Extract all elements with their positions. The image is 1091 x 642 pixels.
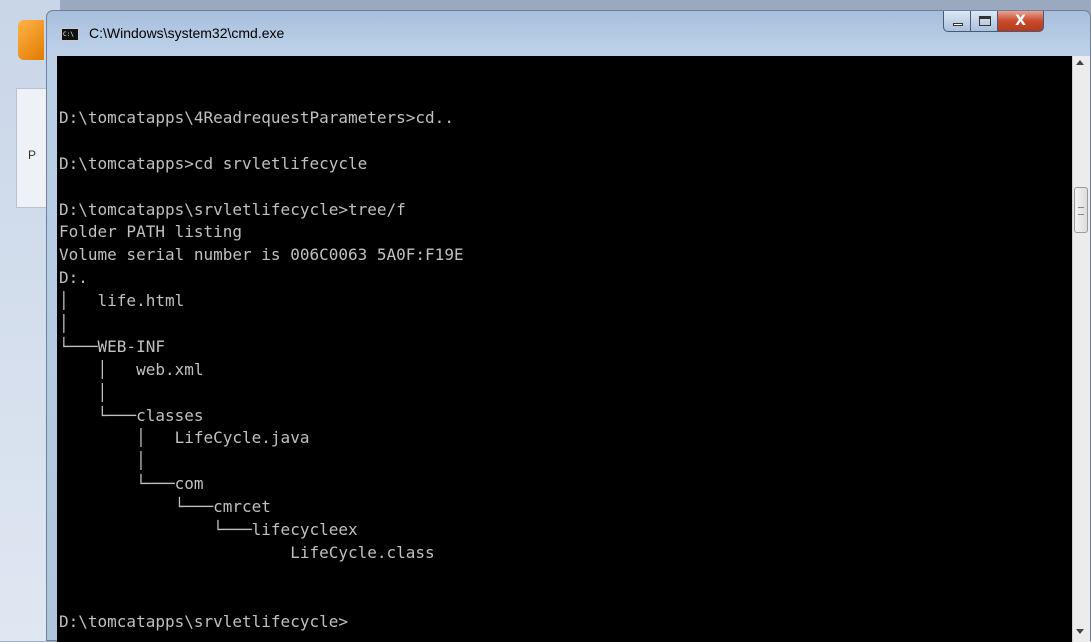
console-line: LifeCycle.class — [59, 542, 435, 562]
console-line: D:\tomcatapps\srvletlifecycle>tree/f — [59, 199, 406, 219]
console-line: └───WEB-INF — [59, 336, 165, 356]
scroll-up-icon[interactable] — [1076, 60, 1084, 65]
console-line: └───classes — [59, 405, 204, 425]
console-line: │ — [59, 382, 108, 402]
scroll-thumb[interactable] — [1074, 187, 1088, 233]
maximize-button[interactable] — [970, 11, 998, 32]
console-line: │ — [59, 314, 69, 334]
vertical-scrollbar[interactable] — [1072, 56, 1090, 642]
cmd-icon[interactable]: C:\ — [61, 28, 79, 41]
console-line: │ web.xml — [59, 359, 204, 379]
console-line: Volume serial number is 006C0063 5A0F:F1… — [59, 245, 464, 265]
close-icon: X — [1015, 13, 1026, 29]
grip-icon — [1078, 207, 1084, 215]
console-output[interactable]: D:\tomcatapps\4ReadrequestParameters>cd.… — [57, 56, 1072, 642]
background-app-icon — [18, 20, 44, 60]
console-line: └───lifecycleex — [59, 520, 358, 540]
console-text: D:\tomcatapps\4ReadrequestParameters>cd.… — [59, 107, 464, 633]
console-line: D:\tomcatapps>cd srvletlifecycle — [59, 153, 368, 173]
console-line: │ life.html — [59, 291, 185, 311]
background-text: P — [28, 148, 37, 162]
console-line: └───com — [59, 474, 204, 494]
console-line: D:. — [59, 268, 88, 288]
cmd-window: C:\ C:\Windows\system32\cmd.exe X D:\tom… — [46, 10, 1091, 642]
close-button[interactable]: X — [997, 11, 1044, 32]
console-line: D:\tomcatapps\srvletlifecycle> — [59, 611, 348, 631]
console-line: Folder PATH listing — [59, 222, 243, 242]
minimize-icon — [953, 23, 963, 26]
console-line: │ — [59, 451, 146, 471]
scroll-down-icon[interactable] — [1076, 629, 1084, 634]
console-line: D:\tomcatapps\4ReadrequestParameters>cd.… — [59, 108, 454, 127]
title-bar[interactable]: C:\ C:\Windows\system32\cmd.exe X — [47, 11, 1090, 51]
minimize-button[interactable] — [943, 11, 971, 32]
console-line: │ LifeCycle.java — [59, 428, 310, 448]
window-title: C:\Windows\system32\cmd.exe — [89, 25, 285, 41]
console-line: └───cmrcet — [59, 497, 271, 517]
maximize-icon — [979, 16, 991, 26]
